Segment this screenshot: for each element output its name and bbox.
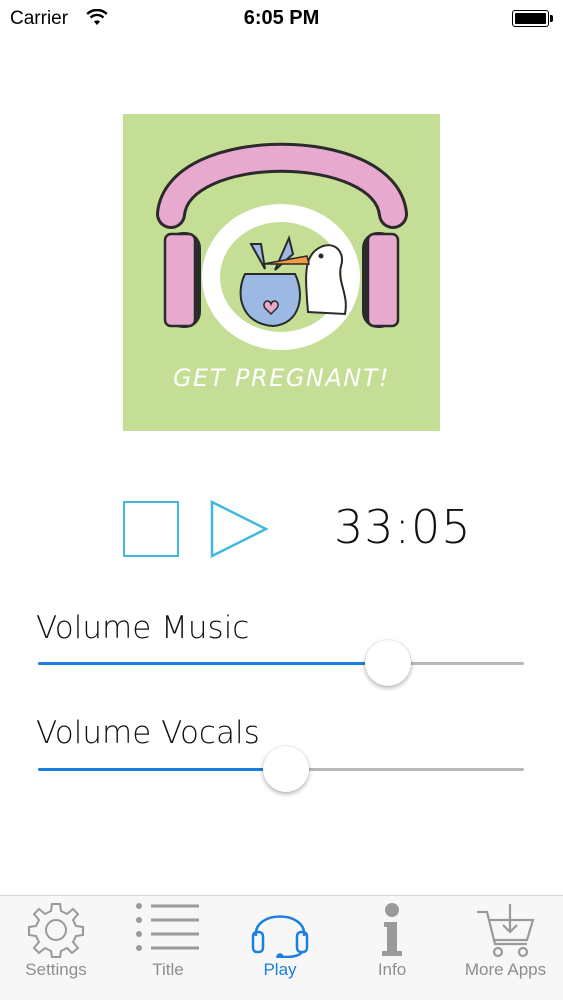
tab-bar: Settings Title Play Info More Apps (0, 895, 563, 1000)
tab-settings-label: Settings (25, 960, 87, 979)
play-icon (210, 499, 269, 559)
tab-info-label: Info (377, 960, 407, 979)
tab-play-label: Play (263, 960, 297, 979)
volume-vocals-label: Volume Vocals (36, 715, 260, 751)
volume-music-label: Volume Music (36, 610, 250, 646)
album-cover: GET PREGNANT! (123, 114, 440, 431)
headphones-icon (251, 915, 309, 958)
cover-caption: GET PREGNANT! (173, 364, 390, 392)
tab-play[interactable]: Play (224, 896, 336, 1001)
play-button[interactable] (209, 499, 269, 559)
tab-title[interactable]: Title (112, 896, 224, 1001)
volume-vocals-slider[interactable] (38, 746, 524, 792)
volume-vocals-thumb[interactable] (262, 746, 309, 792)
volume-music-fill (38, 662, 388, 665)
list-icon (136, 903, 199, 951)
tab-info[interactable]: Info (336, 896, 448, 1001)
volume-vocals-fill (38, 768, 286, 771)
clock: 6:05 PM (243, 7, 320, 29)
tab-title-label: Title (152, 960, 184, 979)
volume-music-thumb[interactable] (364, 640, 411, 686)
tab-settings[interactable]: Settings (0, 896, 112, 1001)
playback-timer: 33:05 (334, 500, 472, 554)
gear-icon (28, 903, 84, 958)
volume-music-slider[interactable] (38, 640, 524, 686)
info-icon (382, 903, 402, 956)
stop-button[interactable] (123, 501, 179, 557)
status-bar: Carrier 6:05 PM (0, 0, 563, 40)
cart-icon (476, 904, 534, 958)
battery-icon (512, 10, 553, 27)
tab-more-apps-label: More Apps (464, 960, 547, 979)
tab-more-apps[interactable]: More Apps (448, 896, 563, 1001)
headphones-stork-illustration: GET PREGNANT! (156, 142, 408, 392)
